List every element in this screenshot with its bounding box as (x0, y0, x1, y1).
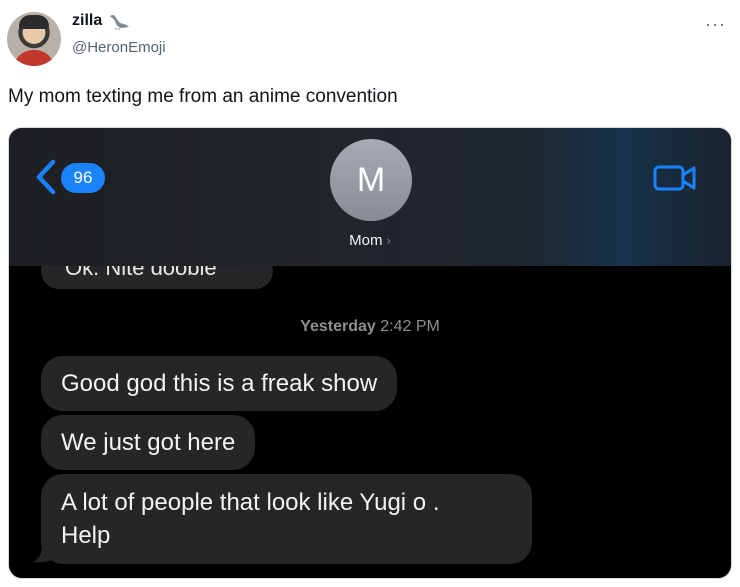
contact-name-text: Mom (349, 232, 383, 249)
bubble-tail (33, 542, 55, 563)
message-bubble[interactable]: We just got here (41, 415, 256, 470)
handle[interactable]: @HeronEmoji (72, 39, 166, 56)
tweet-header: zilla @HeronEmoji ··· (0, 0, 740, 80)
chevron-right-icon: › (386, 233, 391, 248)
display-name-text[interactable]: zilla (72, 12, 102, 30)
display-name[interactable]: zilla (72, 12, 130, 30)
unread-count-badge[interactable]: 96 (61, 163, 105, 193)
conversation-header: 96 M Mom › (9, 128, 731, 266)
contact-avatar[interactable]: M (330, 139, 412, 221)
contact-name[interactable]: Mom › (9, 232, 731, 249)
timestamp-day: Yesterday (300, 318, 376, 335)
avatar[interactable] (7, 12, 61, 66)
message-bubble[interactable]: A lot of people that look like Yugi o . … (41, 474, 532, 564)
timestamp-time: 2:42 PM (380, 318, 440, 335)
message-timestamp: Yesterday 2:42 PM (9, 318, 731, 336)
back-chevron-icon[interactable] (33, 158, 61, 196)
heron-icon (110, 14, 130, 30)
messages-screenshot: Ok. Nite doobie 96 M Mom › Yesterday 2:42… (8, 127, 732, 579)
message-bubble[interactable]: Good god this is a freak show (41, 356, 398, 411)
video-call-icon[interactable] (653, 163, 697, 193)
contact-initial: M (356, 160, 386, 199)
tweet-text: My mom texting me from an anime conventi… (8, 86, 398, 107)
more-icon[interactable]: ··· (705, 14, 726, 35)
